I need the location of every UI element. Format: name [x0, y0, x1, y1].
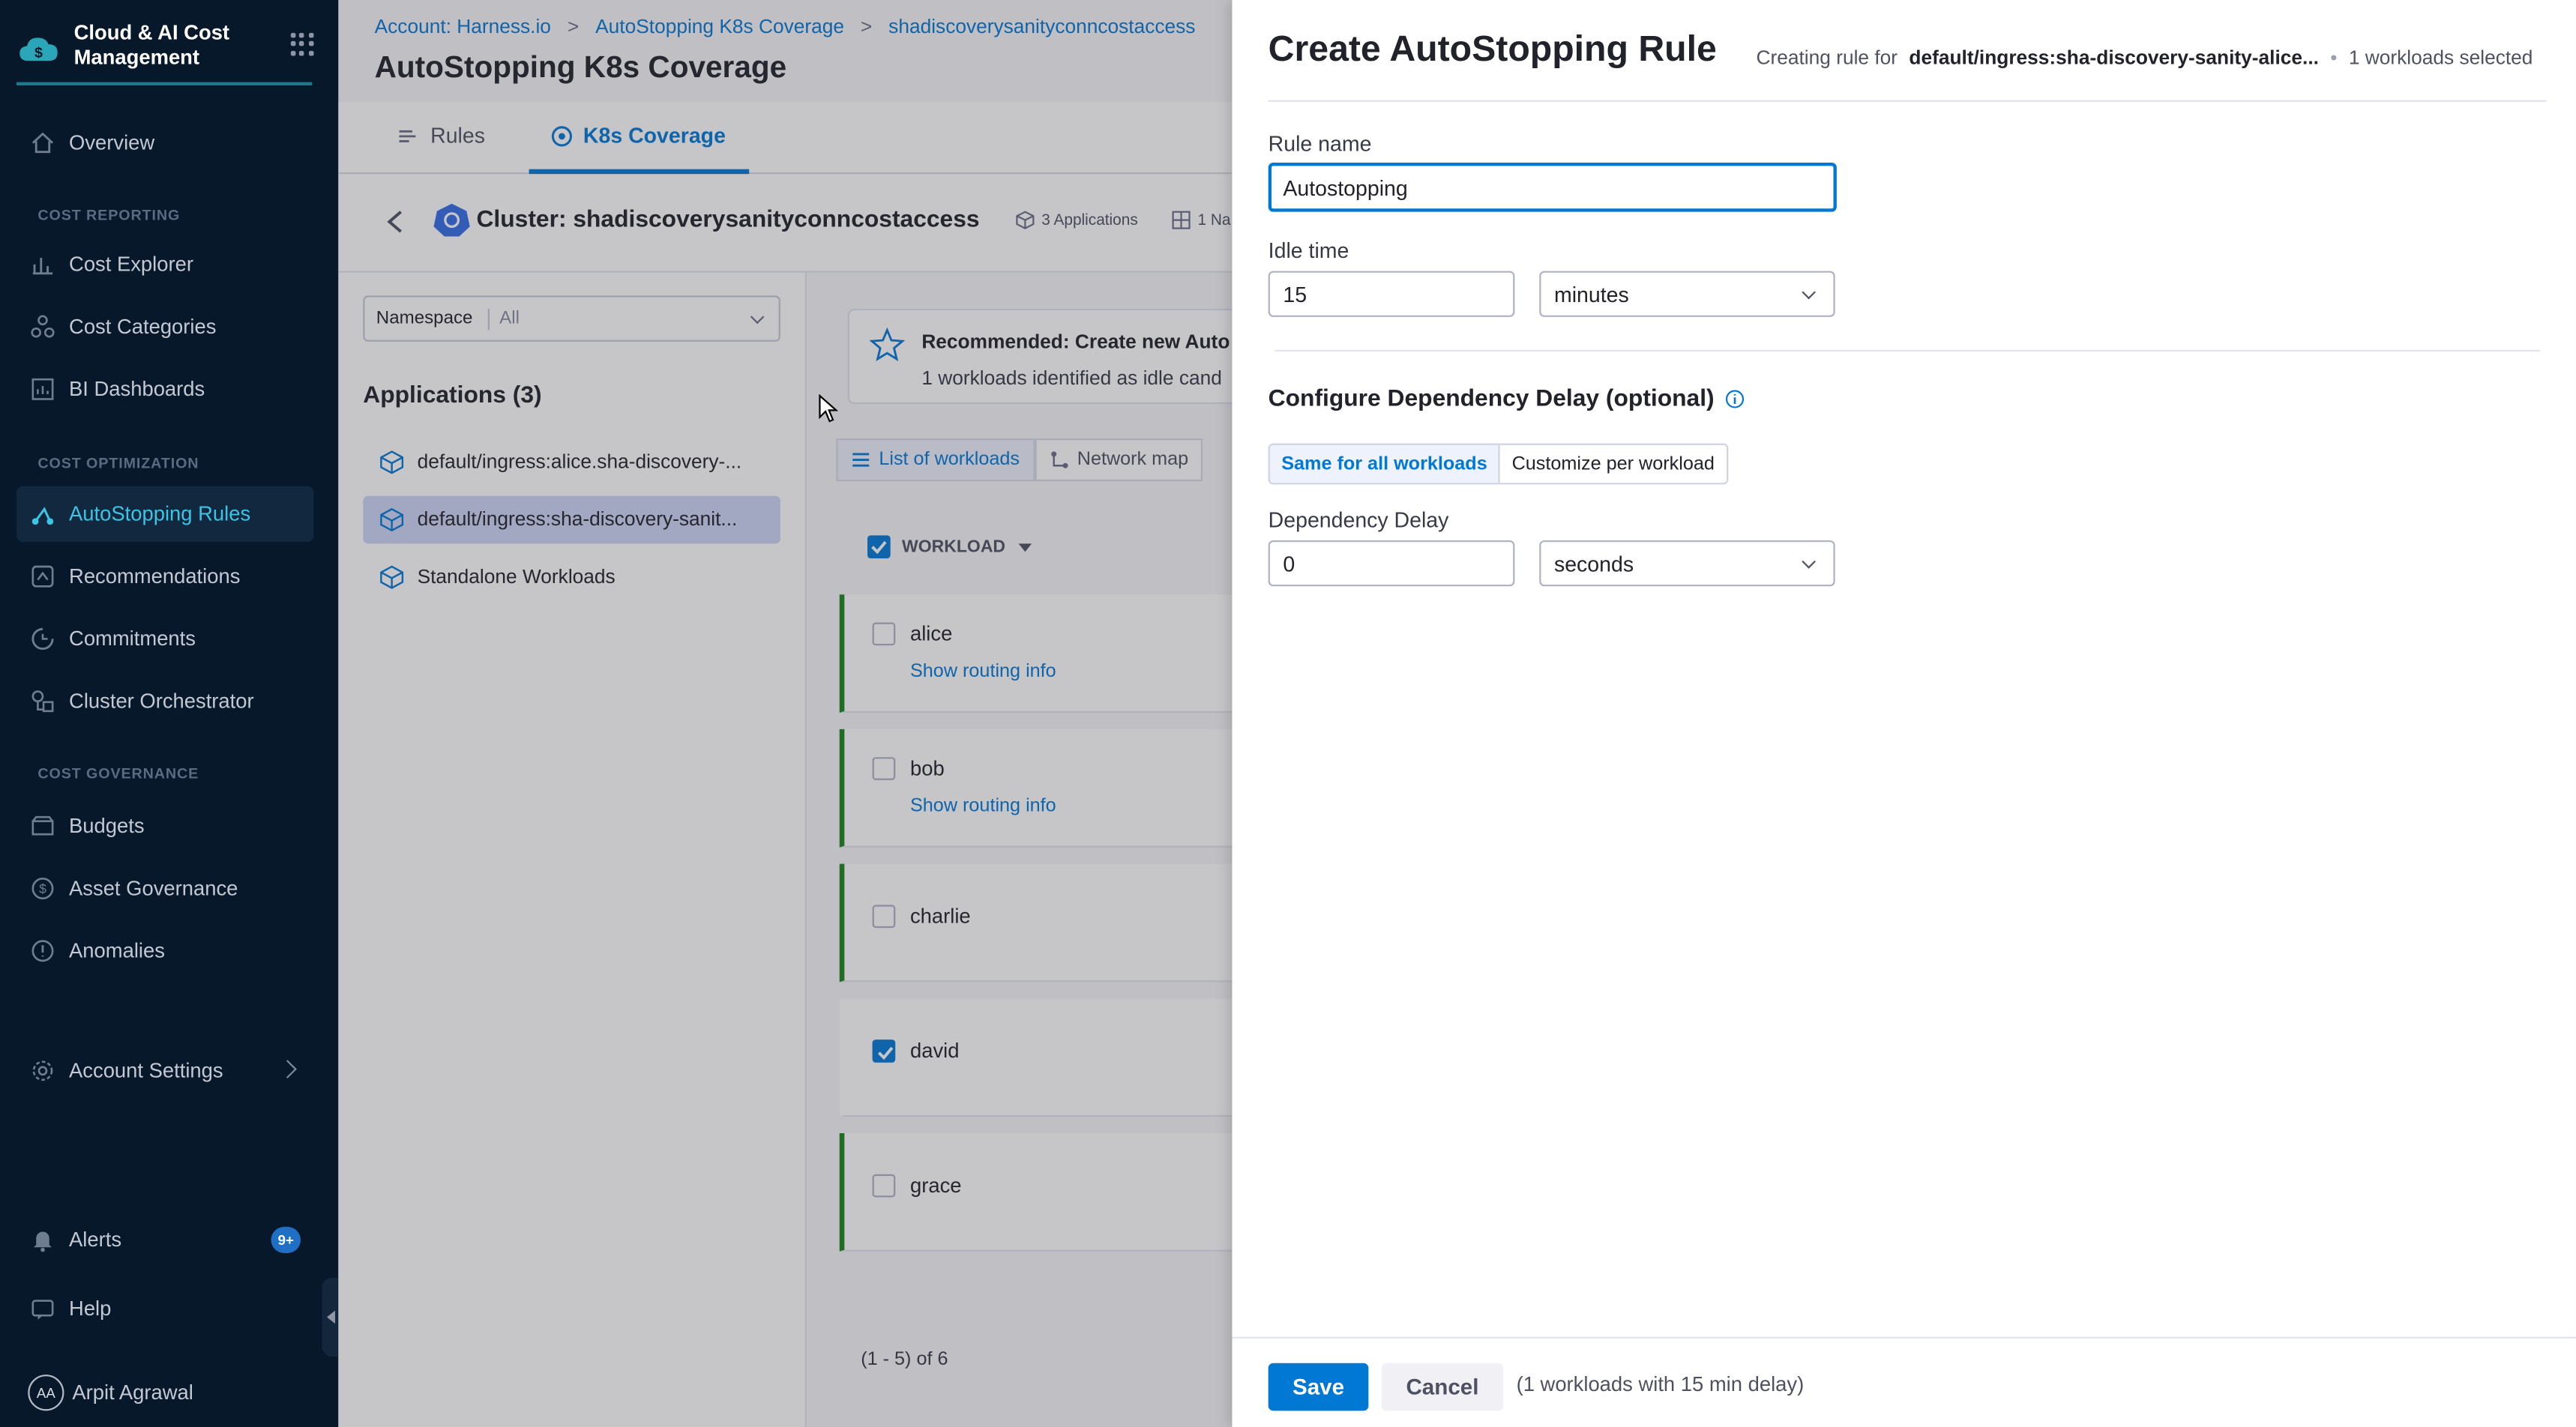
divider	[1232, 1336, 2576, 1339]
nav-label: Commitments	[69, 627, 196, 651]
nav-label: Cost Explorer	[69, 253, 193, 277]
dependency-section-title: Configure Dependency Delay (optional)	[1269, 386, 1744, 412]
alerts-count-badge: 9+	[271, 1226, 301, 1253]
idle-time-unit-select[interactable]: minutes	[1539, 271, 1835, 317]
dot-separator: •	[2330, 46, 2338, 70]
idle-time-unit-value: minutes	[1553, 282, 1629, 307]
svg-text:$: $	[34, 45, 43, 61]
budgets-icon	[31, 815, 54, 836]
nav-label: Cluster Orchestrator	[69, 690, 254, 714]
idle-time-input[interactable]	[1268, 271, 1515, 317]
chevron-right-icon	[278, 1060, 297, 1078]
bell-icon	[33, 1231, 52, 1252]
divider	[1275, 349, 2540, 352]
mouse-cursor-icon	[819, 393, 838, 423]
recommendations-icon	[31, 565, 54, 588]
nav-budgets[interactable]: Budgets	[16, 798, 314, 854]
gear-icon	[32, 1061, 53, 1081]
brand-name: Cloud & AI Cost Management	[73, 21, 230, 70]
nav-recommendations[interactable]: Recommendations	[16, 549, 314, 605]
nav-label: Budgets	[69, 814, 145, 838]
nav-label: Alerts	[69, 1228, 122, 1252]
nav-label: BI Dashboards	[69, 377, 205, 401]
svg-text:$: $	[39, 881, 46, 896]
asset-governance-icon: $	[31, 878, 54, 899]
modal-backdrop[interactable]	[338, 0, 1233, 1427]
home-icon	[31, 132, 54, 154]
rule-name-label: Rule name	[1268, 131, 1372, 157]
dependency-delay-label: Dependency Delay	[1268, 507, 1449, 532]
nav-anomalies[interactable]: Anomalies	[16, 923, 314, 980]
sidebar-collapse-handle[interactable]	[322, 1277, 340, 1357]
collapse-arrow-icon	[327, 1310, 336, 1324]
creating-for-value: default/ingress:sha-discovery-sanity-ali…	[1909, 46, 2319, 70]
nav-account-settings[interactable]: Account Settings	[16, 1043, 314, 1099]
nav-label: Overview	[69, 131, 155, 154]
bar-chart-icon	[32, 258, 53, 275]
nav-cluster-orchestrator[interactable]: Cluster Orchestrator	[16, 673, 314, 729]
nav-label: Anomalies	[69, 939, 165, 963]
idle-time-label: Idle time	[1268, 238, 1349, 263]
nav-label: AutoStopping Rules	[69, 502, 251, 526]
dependency-delay-unit-select[interactable]: seconds	[1539, 540, 1835, 587]
nav-cost-categories[interactable]: Cost Categories	[16, 299, 314, 355]
drawer-subtitle: Creating rule for default/ingress:sha-di…	[1756, 46, 2533, 69]
nav-help[interactable]: Help	[16, 1281, 314, 1337]
section-cost-reporting: COST REPORTING	[37, 207, 181, 224]
divider	[1268, 100, 2547, 102]
cluster-icon	[31, 690, 54, 713]
nav-bi-dashboards[interactable]: BI Dashboards	[16, 361, 314, 417]
nav-alerts[interactable]: Alerts	[16, 1212, 314, 1268]
footer-summary: (1 workloads with 15 min delay)	[1516, 1372, 1805, 1396]
nav-label: Cost Categories	[69, 315, 217, 339]
customize-per-workload-option[interactable]: Customize per workload	[1500, 444, 1727, 483]
nav-autostopping-rules[interactable]: AutoStopping Rules	[16, 486, 314, 543]
creating-for-label: Creating rule for	[1756, 46, 1898, 70]
nav-asset-governance[interactable]: $ Asset Governance	[16, 860, 314, 917]
nav-cost-explorer[interactable]: Cost Explorer	[16, 237, 314, 293]
chevron-down-icon	[1802, 285, 1816, 300]
chevron-down-icon	[1802, 555, 1816, 569]
nav-label: Help	[69, 1297, 112, 1321]
avatar[interactable]: AA	[28, 1375, 64, 1411]
section-title-text: Configure Dependency Delay (optional)	[1268, 385, 1715, 413]
commitments-icon	[31, 627, 54, 650]
nav-label: Asset Governance	[69, 877, 238, 900]
sidebar: $ Cloud & AI Cost Management Overview CO…	[0, 0, 340, 1427]
nav-overview[interactable]: Overview	[16, 115, 314, 171]
nav-label: Account Settings	[69, 1059, 223, 1083]
section-cost-optimization: COST OPTIMIZATION	[37, 454, 199, 471]
workloads-selected-count: 1 workloads selected	[2348, 46, 2533, 70]
create-rule-drawer: Create AutoStopping Rule Creating rule f…	[1232, 0, 2576, 1427]
dependency-delay-input[interactable]	[1268, 540, 1515, 587]
nav-commitments[interactable]: Commitments	[16, 611, 314, 667]
apps-grid-icon[interactable]	[290, 32, 314, 56]
user-name[interactable]: Arpit Agrawal	[72, 1381, 193, 1405]
dependency-delay-unit-value: seconds	[1553, 552, 1634, 577]
brand[interactable]: $ Cloud & AI Cost Management	[16, 19, 314, 85]
dashboard-icon	[31, 378, 54, 400]
drawer-title: Create AutoStopping Rule	[1268, 28, 1717, 70]
rule-name-input[interactable]	[1268, 162, 1837, 212]
save-button[interactable]: Save	[1268, 1363, 1369, 1411]
cancel-button[interactable]: Cancel	[1381, 1363, 1504, 1411]
help-icon	[31, 1300, 54, 1320]
categories-icon	[31, 315, 55, 338]
cloud-logo-icon: $	[19, 37, 58, 61]
section-cost-governance: COST GOVERNANCE	[37, 765, 199, 782]
dependency-mode-toggle: Same for all workloads Customize per wor…	[1268, 443, 1728, 485]
autostopping-icon	[31, 507, 54, 525]
nav-label: Recommendations	[69, 564, 241, 588]
info-icon[interactable]	[1724, 389, 1744, 408]
anomalies-icon	[31, 940, 54, 962]
same-for-all-option[interactable]: Same for all workloads	[1269, 444, 1501, 483]
